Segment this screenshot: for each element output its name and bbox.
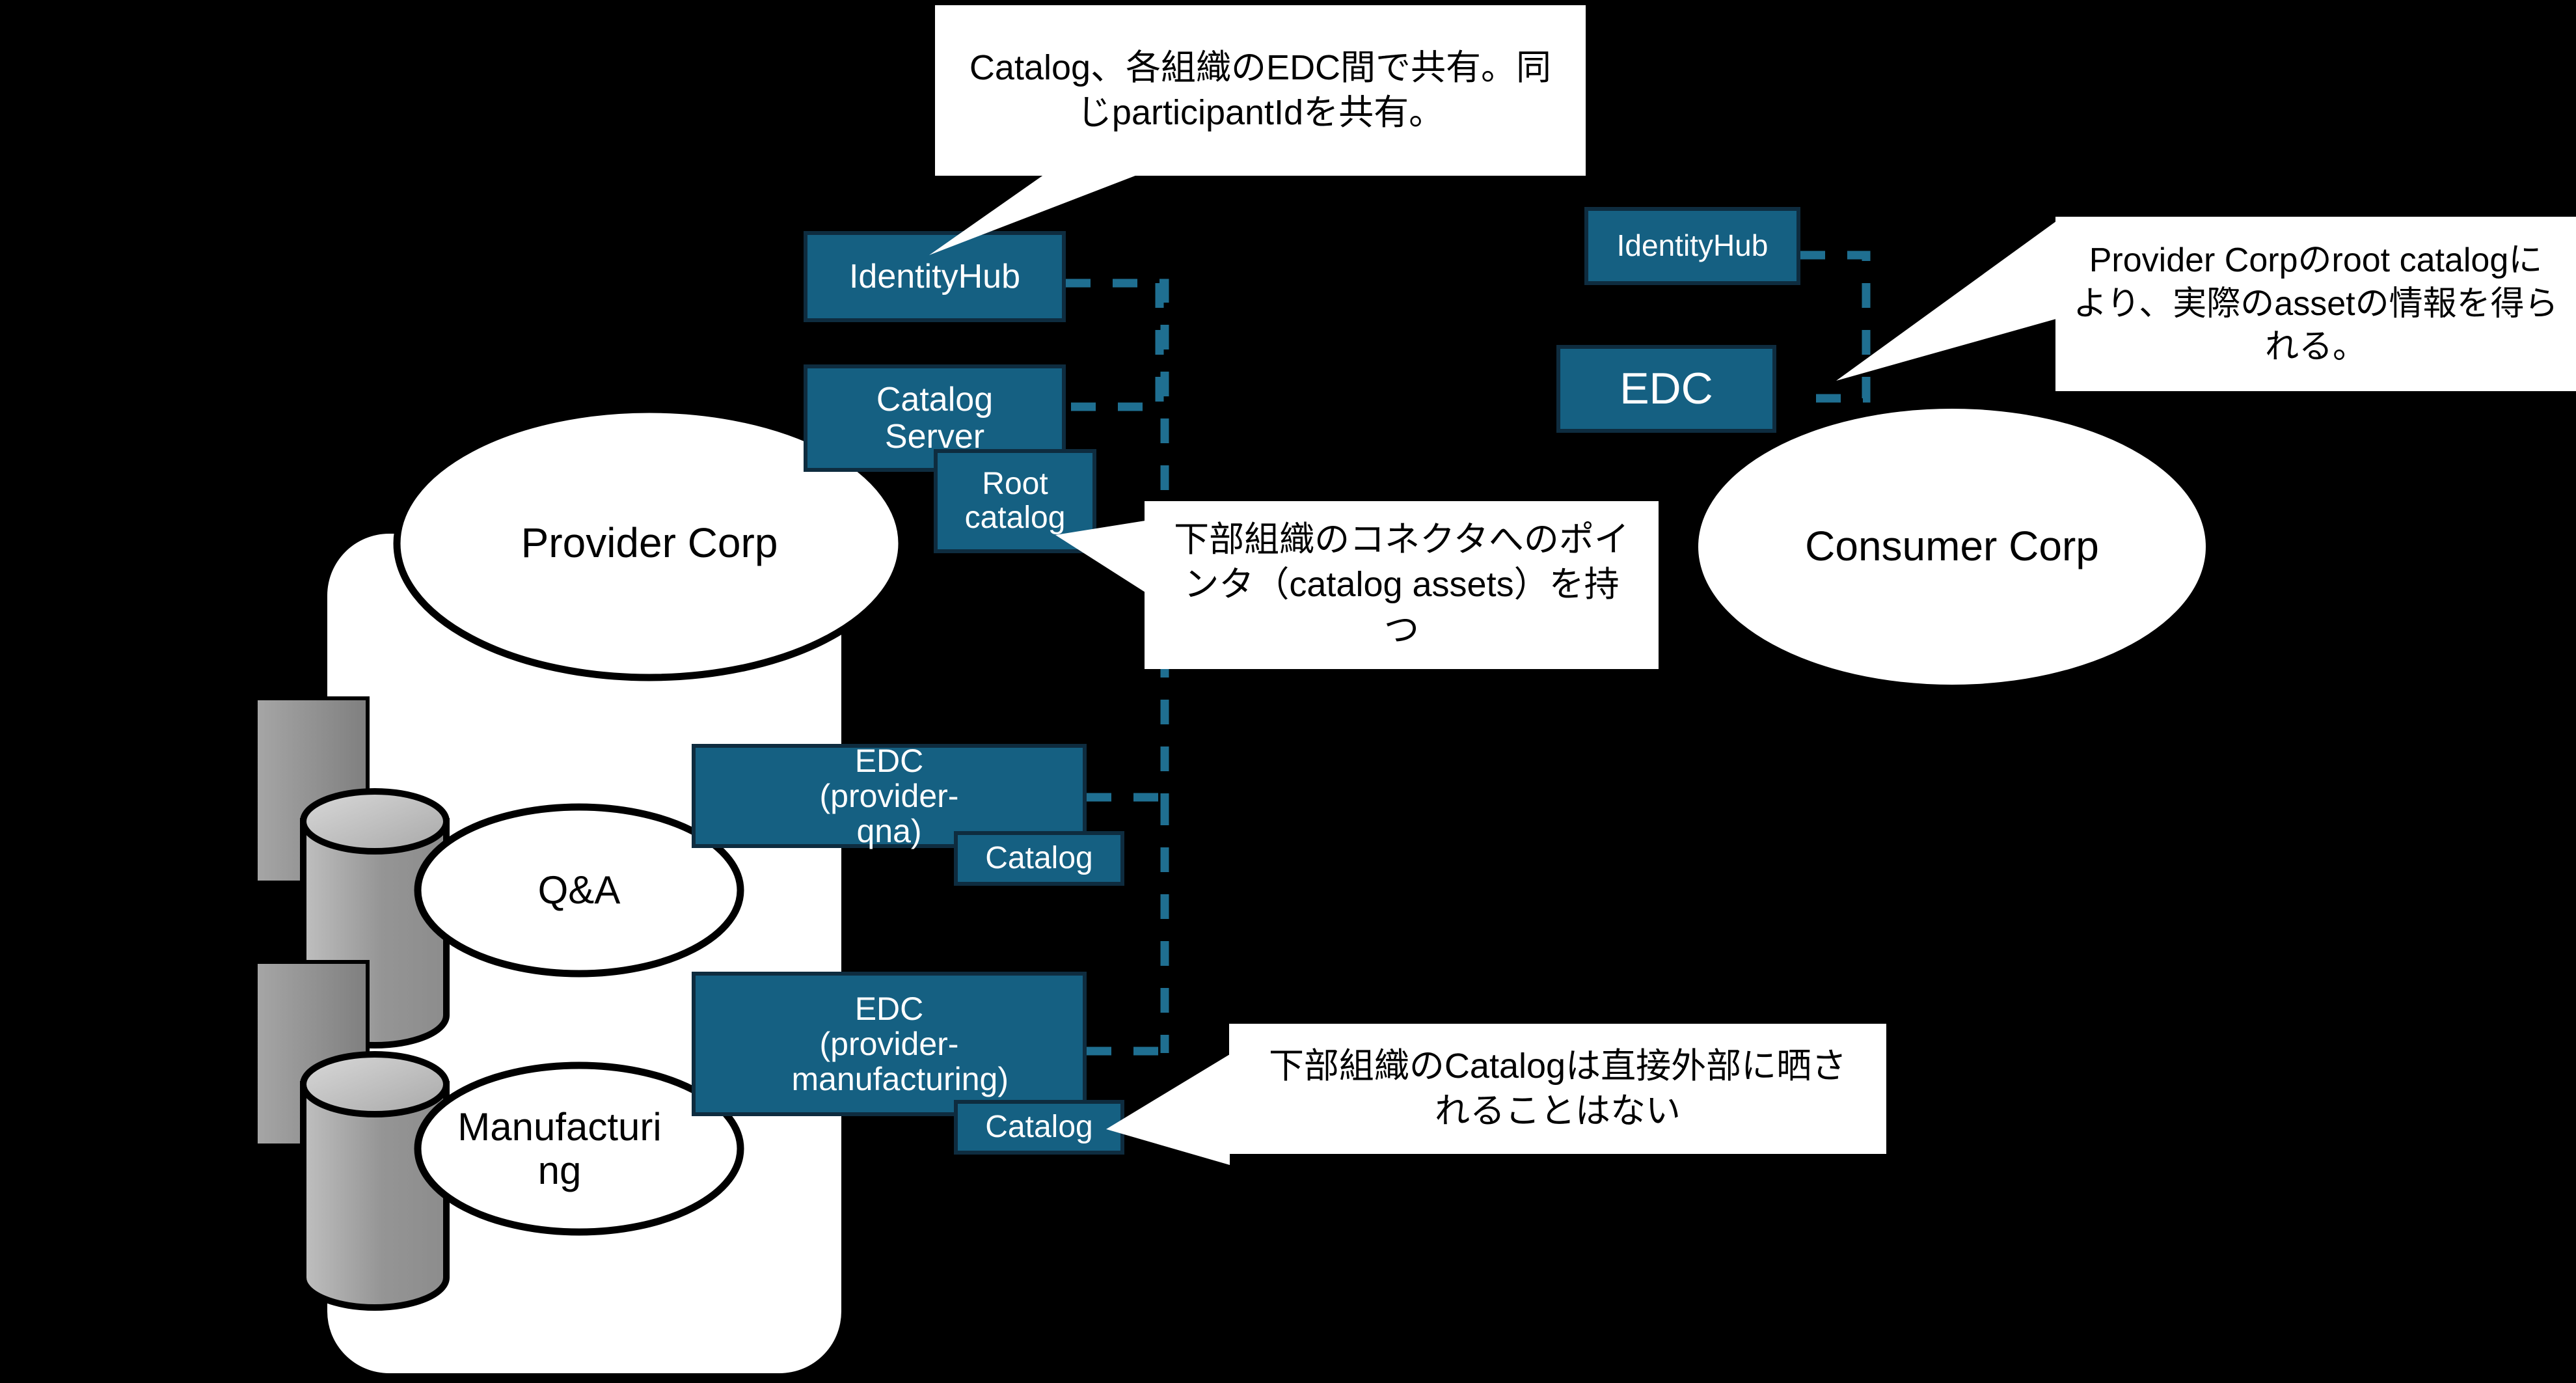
provider-qna-catalog-label: Catalog	[985, 841, 1093, 876]
provider-manufacturing-catalog-label: Catalog	[985, 1110, 1093, 1145]
callout-tails-layer	[929, 174, 2056, 1165]
document-page-icon-qna	[254, 696, 370, 888]
storage-icons-layer	[254, 696, 450, 1311]
callout-pointer-catalog-assets: 下部組織のコネクタへのポインタ（catalog assets）を持つ	[1145, 501, 1659, 669]
consumer-edc-label: EDC	[1620, 363, 1713, 413]
database-cylinder-icon-qna	[300, 788, 450, 1048]
callout-catalog-sharing-text: Catalog、各組織のEDC間で共有。同じparticipantIdを共有。	[969, 48, 1552, 132]
consumer-edc-node[interactable]: EDC	[1556, 345, 1776, 433]
callout-catalog-sharing: Catalog、各組織のEDC間で共有。同じparticipantIdを共有。	[935, 5, 1586, 176]
document-page-icon-manufacturing	[254, 960, 370, 1151]
callout-no-direct-exposure-text: 下部組織のCatalogは直接外部に晒されることはない	[1268, 1046, 1847, 1130]
provider-catalog-server-label: Catalog Server	[876, 381, 994, 456]
consumer-corp-label-wrap: Consumer Corp	[1705, 459, 2199, 635]
callout-tail-root-catalog-assets	[1836, 221, 2056, 381]
callout-no-direct-exposure: 下部組織のCatalogは直接外部に晒されることはない	[1229, 1024, 1886, 1154]
provider-container-shape	[327, 534, 841, 1373]
consumer-identityhub-node[interactable]: IdentityHub	[1584, 207, 1800, 285]
connector-layer	[1066, 251, 1871, 1056]
connector-consumer-identityhub-edc	[1800, 251, 1871, 403]
provider-manufacturing-edc-node[interactable]: EDC (provider-manufacturing)	[692, 972, 1087, 1116]
callout-tail-no-direct-exposure	[1106, 1054, 1230, 1165]
database-cylinder-icon-manufacturing	[300, 1051, 450, 1311]
provider-root-catalog-label: Root catalog	[964, 467, 1066, 535]
provider-corp-label-wrap: Provider Corp	[397, 456, 902, 631]
provider-manufacturing-edc-label: EDC (provider-manufacturing)	[791, 991, 1009, 1097]
qna-label-wrap: Q&A	[449, 836, 709, 944]
connector-identityhub-catalogserver	[1066, 279, 1164, 411]
provider-manufacturing-catalog-node[interactable]: Catalog	[954, 1100, 1124, 1155]
provider-corp-label: Provider Corp	[521, 519, 778, 567]
provider-root-catalog-node[interactable]: Root catalog	[934, 449, 1096, 553]
callout-root-catalog-assets-text: Provider Corpのroot catalogにより、実際のassetの情…	[2073, 241, 2558, 366]
provider-container-layer	[327, 534, 841, 1373]
ellipse-outlines-layer	[393, 405, 2206, 1236]
consumer-identityhub-label: IdentityHub	[1616, 228, 1769, 263]
qna-label: Q&A	[537, 868, 621, 912]
provider-qna-catalog-node[interactable]: Catalog	[954, 831, 1124, 886]
diagram-canvas: Provider Corp Q&A Manufacturing Consumer…	[0, 0, 2576, 1383]
provider-identityhub-label: IdentityHub	[848, 257, 1021, 295]
manufacturing-label-wrap: Manufacturing	[455, 1074, 664, 1224]
callout-root-catalog-assets: Provider Corpのroot catalogにより、実際のassetの情…	[2055, 217, 2576, 391]
callout-pointer-catalog-assets-text: 下部組織のコネクタへのポインタ（catalog assets）を持つ	[1174, 520, 1629, 650]
manufacturing-label: Manufacturing	[457, 1104, 662, 1192]
provider-identityhub-node[interactable]: IdentityHub	[804, 231, 1066, 322]
consumer-corp-label: Consumer Corp	[1805, 523, 2099, 570]
